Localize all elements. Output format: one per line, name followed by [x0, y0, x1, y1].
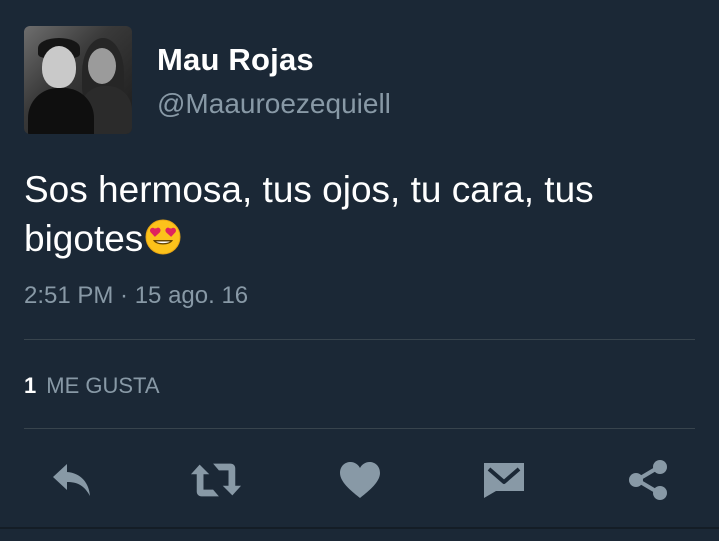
tweet-detail: Mau Rojas @Maauroezequiell Sos hermosa, … [0, 0, 719, 541]
heart-eyes-emoji-icon [145, 219, 181, 255]
tweet-text: Sos hermosa, tus ojos, tu cara, tus bigo… [24, 165, 694, 263]
likes-label: ME GUSTA [46, 373, 160, 398]
direct-message-button[interactable] [478, 454, 530, 506]
bottom-divider [0, 527, 719, 529]
retweet-button[interactable] [190, 454, 242, 506]
share-button[interactable] [622, 454, 674, 506]
tweet-actions-bar [0, 454, 719, 506]
divider [24, 339, 695, 340]
envelope-icon [484, 463, 524, 498]
divider [24, 428, 695, 429]
user-handle[interactable]: @Maauroezequiell [157, 88, 391, 120]
retweet-icon [190, 463, 242, 497]
heart-icon [340, 462, 380, 498]
tweet-text-body: Sos hermosa, tus ojos, tu cara, tus bigo… [24, 169, 594, 259]
tweet-timestamp: 2:51 PM · 15 ago. 16 [24, 282, 249, 309]
likes-summary[interactable]: 1 ME GUSTA [24, 373, 160, 399]
reply-icon [53, 464, 90, 496]
like-button[interactable] [334, 454, 386, 506]
reply-button[interactable] [46, 454, 98, 506]
display-name[interactable]: Mau Rojas [157, 42, 314, 78]
share-icon [629, 460, 667, 500]
likes-count: 1 [24, 373, 37, 398]
avatar[interactable] [24, 26, 132, 134]
